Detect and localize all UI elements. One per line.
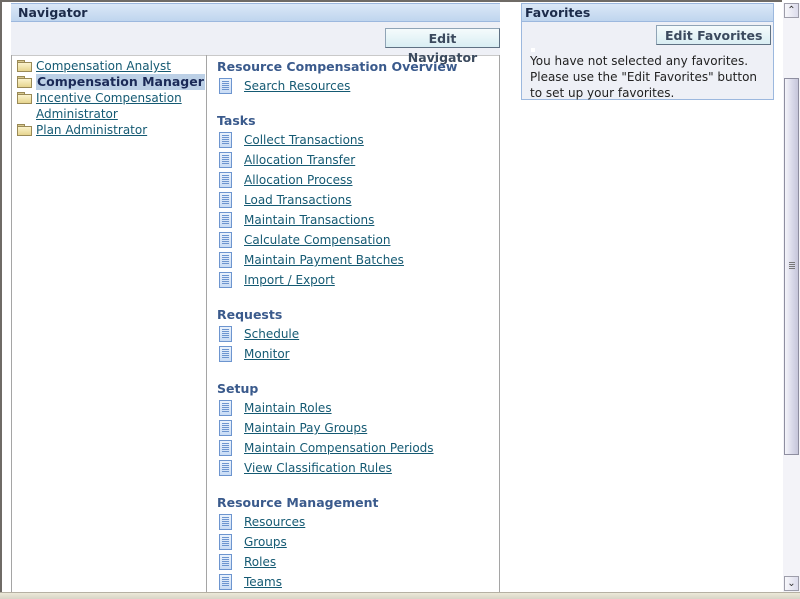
responsibility-link[interactable]: Compensation Analyst [36,58,171,74]
bullet-icon [531,48,535,52]
function-item[interactable]: Load Transactions [217,190,499,210]
function-item[interactable]: Groups [217,532,499,552]
function-item[interactable]: Allocation Transfer [217,150,499,170]
folder-icon [17,60,32,72]
responsibility-link[interactable]: Incentive Compensation Administrator [36,90,186,122]
document-icon [219,460,232,476]
function-link[interactable]: Search Resources [244,79,350,93]
document-icon [219,514,232,530]
folder-icon [17,124,32,136]
edit-navigator-button[interactable]: Edit Navigator [385,28,500,65]
function-link[interactable]: Maintain Roles [244,401,332,415]
chevron-down-icon[interactable]: ⌄ [784,576,799,591]
folder-icon [17,92,32,104]
responsibility-item[interactable]: Compensation Manager [12,74,206,90]
chevron-up-icon[interactable]: ⌃ [784,3,799,18]
function-item[interactable]: Resources [217,512,499,532]
function-link[interactable]: Maintain Compensation Periods [244,441,434,455]
function-item[interactable]: Roles [217,552,499,572]
function-link[interactable]: Roles [244,555,276,569]
document-icon [219,346,232,362]
document-icon [219,212,232,228]
function-list: Resource Compensation Overview Search Res… [207,55,500,592]
document-icon [219,574,232,590]
grip-icon [789,262,795,269]
responsibility-item[interactable]: Incentive Compensation Administrator [12,90,206,122]
document-icon [219,152,232,168]
function-item[interactable]: Monitor [217,344,499,364]
navigator-toolbar: Edit Navigator [11,22,500,65]
function-item[interactable]: Maintain Pay Groups [217,418,499,438]
function-link[interactable]: Groups [244,535,287,549]
function-item[interactable]: Maintain Compensation Periods [217,438,499,458]
vertical-scrollbar[interactable]: ⌃ ⌄ [783,3,800,593]
document-icon [219,232,232,248]
document-icon [219,132,232,148]
function-link[interactable]: Maintain Pay Groups [244,421,367,435]
function-item[interactable]: Search Resources [217,76,499,96]
function-item[interactable]: Schedule [217,324,499,344]
function-link[interactable]: View Classification Rules [244,461,392,475]
document-icon [219,440,232,456]
document-icon [219,400,232,416]
function-link[interactable]: Teams [244,575,282,589]
function-link[interactable]: Monitor [244,347,290,361]
section-title: Setup [217,381,259,396]
function-item[interactable]: Allocation Process [217,170,499,190]
function-link[interactable]: Maintain Payment Batches [244,253,404,267]
responsibility-item[interactable]: Compensation Analyst [12,58,206,74]
document-icon [219,78,232,94]
function-item[interactable]: Maintain Payment Batches [217,250,499,270]
window-frame-left [0,0,2,596]
document-icon [219,326,232,342]
function-link[interactable]: Resources [244,515,305,529]
function-link[interactable]: Import / Export [244,273,335,287]
document-icon [219,272,232,288]
function-link[interactable]: Schedule [244,327,299,341]
document-icon [219,554,232,570]
favorites-empty-message: You have not selected any favorites. Ple… [530,54,758,100]
function-item[interactable]: Teams [217,572,499,592]
function-item[interactable]: Import / Export [217,270,499,290]
function-link[interactable]: Load Transactions [244,193,352,207]
function-item[interactable]: Maintain Transactions [217,210,499,230]
navigator-body: Compensation Analyst Compensation Manager… [11,55,500,592]
section-title: Resource Compensation Overview [217,59,458,74]
responsibility-link[interactable]: Compensation Manager [36,74,205,90]
document-icon [219,420,232,436]
folder-icon [17,76,32,88]
edit-favorites-button[interactable]: Edit Favorites [656,25,772,45]
function-item[interactable]: Maintain Roles [217,398,499,418]
document-icon [219,172,232,188]
scrollbar-thumb[interactable] [784,78,799,455]
function-item[interactable]: Collect Transactions [217,130,499,150]
navigator-title: Navigator [11,3,500,22]
document-icon [219,534,232,550]
section-title: Requests [217,307,283,322]
responsibility-link[interactable]: Plan Administrator [36,122,147,138]
window-frame-top [0,0,782,2]
navigator-panel: Navigator Edit Navigator Compensation An… [11,3,500,592]
section-title: Tasks [217,113,256,128]
function-link[interactable]: Collect Transactions [244,133,364,147]
section-title: Resource Management [217,495,379,510]
function-link[interactable]: Calculate Compensation [244,233,390,247]
document-icon [219,252,232,268]
responsibility-item[interactable]: Plan Administrator [12,122,206,138]
function-link[interactable]: Allocation Transfer [244,153,355,167]
function-link[interactable]: Allocation Process [244,173,353,187]
favorites-title: Favorites [522,3,773,22]
function-item[interactable]: View Classification Rules [217,458,499,478]
responsibility-tree: Compensation Analyst Compensation Manager… [11,55,207,592]
function-item[interactable]: Calculate Compensation [217,230,499,250]
document-icon [219,192,232,208]
function-link[interactable]: Maintain Transactions [244,213,374,227]
favorites-panel: Favorites Edit Favorites You have not se… [521,3,774,100]
